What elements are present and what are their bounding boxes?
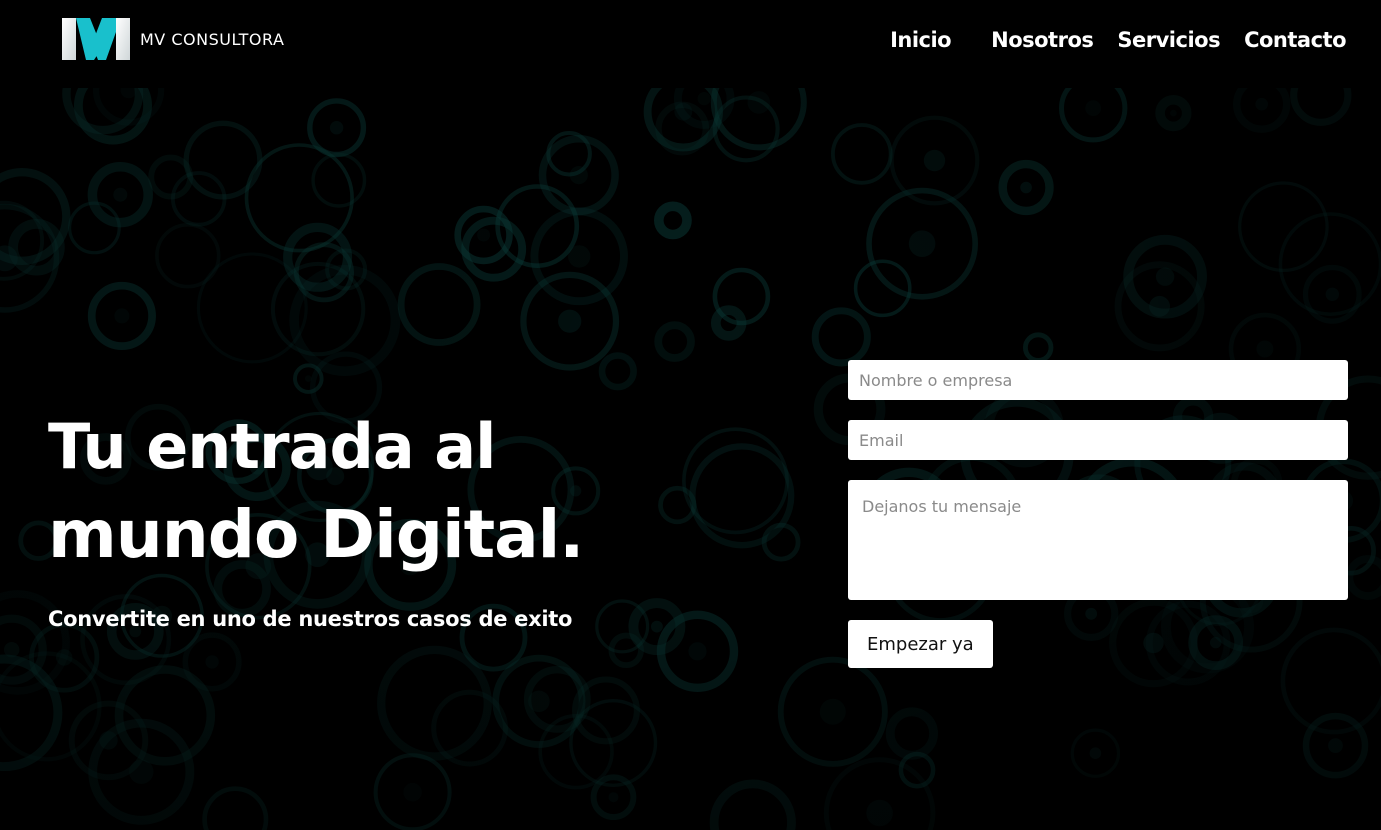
- nav-item-nosotros[interactable]: Nosotros: [991, 28, 1094, 52]
- hero-section: Tu entrada al mundo Digital. Convertite …: [48, 405, 584, 631]
- nav-item-contacto[interactable]: Contacto: [1244, 28, 1346, 52]
- nav-item-inicio[interactable]: Inicio: [890, 28, 952, 52]
- hero-title-line2: mundo Digital.: [48, 496, 584, 573]
- brand-logo[interactable]: MV CONSULTORA: [62, 18, 284, 60]
- message-textarea[interactable]: [848, 480, 1348, 600]
- brand-name: MV CONSULTORA: [140, 29, 285, 49]
- email-input[interactable]: [848, 420, 1348, 460]
- nav-item-servicios[interactable]: Servicios: [1117, 28, 1220, 52]
- logo-m-icon: [62, 18, 130, 60]
- submit-button[interactable]: Empezar ya: [848, 620, 993, 668]
- site-header: MV CONSULTORA Inicio Nosotros Servicios …: [0, 0, 1381, 88]
- hero-title-line1: Tu entrada al: [48, 410, 496, 483]
- main-nav: Inicio Nosotros Servicios Contacto: [866, 28, 1346, 52]
- hero-subtitle: Convertite en uno de nuestros casos de e…: [48, 607, 573, 631]
- name-company-input[interactable]: [848, 360, 1348, 400]
- contact-form: Empezar ya: [848, 360, 1348, 668]
